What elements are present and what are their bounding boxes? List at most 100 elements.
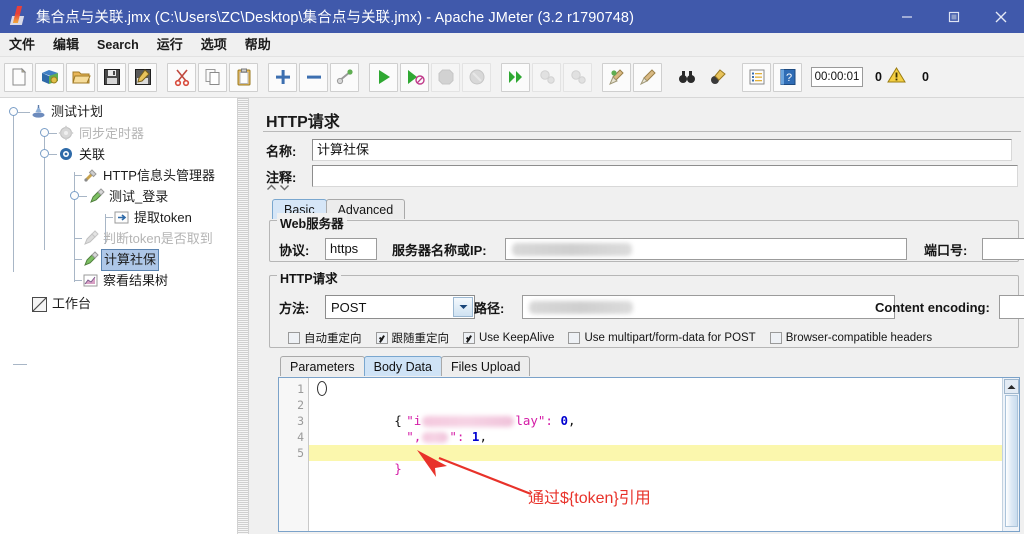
save-button[interactable] — [97, 62, 126, 92]
method-select[interactable]: POST — [325, 295, 475, 319]
cut-button[interactable] — [167, 62, 196, 92]
help-button[interactable]: ? — [773, 62, 802, 92]
body-data-editor[interactable]: 1 2 3 4 5 { "ilay": 0, ",": 1, "toke — [278, 377, 1020, 532]
server-label: 服务器名称或IP: — [392, 242, 487, 258]
tree-node-view-results-tree[interactable]: 察看结果树 — [0, 270, 237, 291]
clear-button[interactable] — [602, 62, 631, 92]
name-input[interactable]: 计算社保 — [312, 139, 1012, 161]
scroll-up-arrow-icon[interactable] — [1003, 379, 1019, 394]
split-pane-divider[interactable] — [237, 98, 249, 534]
paste-button[interactable] — [229, 62, 258, 92]
server-input[interactable] — [505, 238, 907, 260]
function-helper-button[interactable] — [742, 62, 771, 92]
line-number: 5 — [297, 446, 304, 460]
menu-run[interactable]: 运行 — [148, 34, 192, 56]
red-arrow-icon — [417, 450, 532, 496]
tree-node-http-header-manager[interactable]: HTTP信息头管理器 — [0, 165, 237, 186]
checkbox-auto-redirect[interactable]: 自动重定向 — [288, 330, 362, 346]
line-number: 1 — [297, 382, 304, 396]
search-reset-button[interactable] — [703, 63, 732, 92]
menu-options[interactable]: 选项 — [192, 34, 236, 56]
start-no-timers-button[interactable] — [400, 62, 429, 92]
tree-node-test-login[interactable]: 测试_登录 — [0, 186, 237, 207]
test-plan-tree-pane[interactable]: 测试计划 同步定时器 关联 HTTP信息头管理器 测试_登录 提取token 判… — [0, 98, 237, 534]
checkbox-follow-redirects[interactable]: 跟随重定向 — [375, 330, 449, 346]
toggle-button[interactable] — [330, 62, 359, 92]
checkbox-box[interactable] — [568, 332, 581, 344]
toggle-switch-icon — [336, 69, 353, 85]
tree-label: 测试_登录 — [109, 188, 169, 204]
code-text: } — [394, 461, 402, 476]
web-server-legend: Web服务器 — [277, 213, 347, 232]
maximize-button[interactable] — [930, 0, 977, 33]
tree-node-test-plan[interactable]: 测试计划 — [0, 101, 237, 123]
clear-all-button[interactable] — [633, 62, 662, 92]
tree-expand-knob[interactable] — [40, 128, 49, 137]
port-input[interactable] — [982, 238, 1024, 260]
shutdown-button[interactable] — [462, 62, 491, 92]
tree-node-calc-social-insurance[interactable]: 计算社保 — [0, 248, 237, 271]
templates-button[interactable] — [35, 62, 64, 92]
menu-help[interactable]: 帮助 — [236, 34, 280, 56]
menu-search[interactable]: Search — [88, 34, 148, 56]
annotation-text: 通过${token}引用 — [528, 490, 651, 507]
http-sampler-icon — [88, 187, 106, 206]
path-input[interactable] — [522, 295, 895, 319]
checkbox-use-multipart[interactable]: Use multipart/form-data for POST — [568, 332, 756, 344]
protocol-label: 协议: — [279, 242, 310, 258]
start-button[interactable] — [369, 62, 398, 92]
checkbox-box[interactable] — [375, 332, 388, 344]
search-button[interactable] — [672, 63, 701, 92]
method-value: POST — [331, 299, 367, 315]
save-as-button[interactable] — [128, 62, 157, 92]
checkbox-box[interactable] — [288, 332, 300, 344]
svg-text:?: ? — [785, 72, 791, 84]
tab-body-data[interactable]: Body Data — [363, 356, 442, 376]
tree-label: 同步定时器 — [79, 125, 145, 141]
tab-files-upload[interactable]: Files Upload — [440, 356, 531, 376]
editor-vertical-scrollbar[interactable] — [1002, 378, 1019, 531]
brace-match-highlight — [317, 381, 327, 396]
chevron-down-icon[interactable] — [453, 297, 473, 317]
elapsed-timer: 00:00:01 — [811, 67, 863, 87]
remote-shutdown-all-button[interactable] — [563, 62, 592, 92]
section-collapser[interactable] — [266, 183, 294, 192]
checkbox-box[interactable] — [769, 332, 782, 344]
tree-node-assert-token[interactable]: 判断token是否取到 — [0, 228, 237, 249]
copy-button[interactable] — [198, 62, 227, 92]
menu-bar: 文件 编辑 Search 运行 选项 帮助 — [0, 33, 1024, 57]
minimize-button[interactable] — [883, 0, 930, 33]
new-button[interactable] — [4, 62, 33, 92]
content-encoding-input[interactable] — [999, 295, 1024, 319]
tab-parameters[interactable]: Parameters — [280, 356, 365, 376]
comment-input[interactable] — [311, 165, 1018, 187]
checkbox-browser-compatible-headers[interactable]: Browser-compatible headers — [769, 332, 932, 344]
body-tabs: Parameters Body Data Files Upload — [280, 356, 531, 376]
tree-label: 测试计划 — [51, 104, 104, 119]
tree-expand-knob[interactable] — [70, 191, 79, 200]
menu-edit[interactable]: 编辑 — [44, 34, 88, 56]
remote-stop-all-button[interactable] — [532, 62, 561, 92]
tree-node-extract-token[interactable]: 提取token — [0, 207, 237, 228]
protocol-input[interactable]: https — [325, 238, 377, 260]
collapse-all-button[interactable] — [299, 62, 328, 92]
window-controls — [883, 0, 1024, 33]
warning-triangle-icon[interactable] — [887, 66, 906, 89]
expand-all-button[interactable] — [268, 62, 297, 92]
tree-node-workbench[interactable]: 工作台 — [0, 293, 237, 315]
tree-node-correlation[interactable]: 关联 — [0, 144, 237, 165]
shutdown-circle-icon — [469, 69, 484, 85]
remote-start-all-button[interactable] — [501, 62, 530, 92]
menu-file[interactable]: 文件 — [0, 34, 44, 56]
open-button[interactable] — [66, 62, 95, 92]
templates-icon — [41, 70, 58, 84]
close-button[interactable] — [977, 0, 1024, 33]
checkbox-box[interactable] — [463, 332, 475, 344]
checkbox-use-keepalive[interactable]: Use KeepAlive — [463, 332, 554, 344]
stop-button[interactable] — [431, 62, 460, 92]
tree-label: 关联 — [79, 146, 106, 162]
tree-expand-knob[interactable] — [9, 107, 18, 116]
tree-node-sync-timer[interactable]: 同步定时器 — [0, 123, 237, 144]
tree-expand-knob[interactable] — [40, 149, 49, 158]
scrollbar-thumb[interactable] — [1004, 395, 1018, 527]
